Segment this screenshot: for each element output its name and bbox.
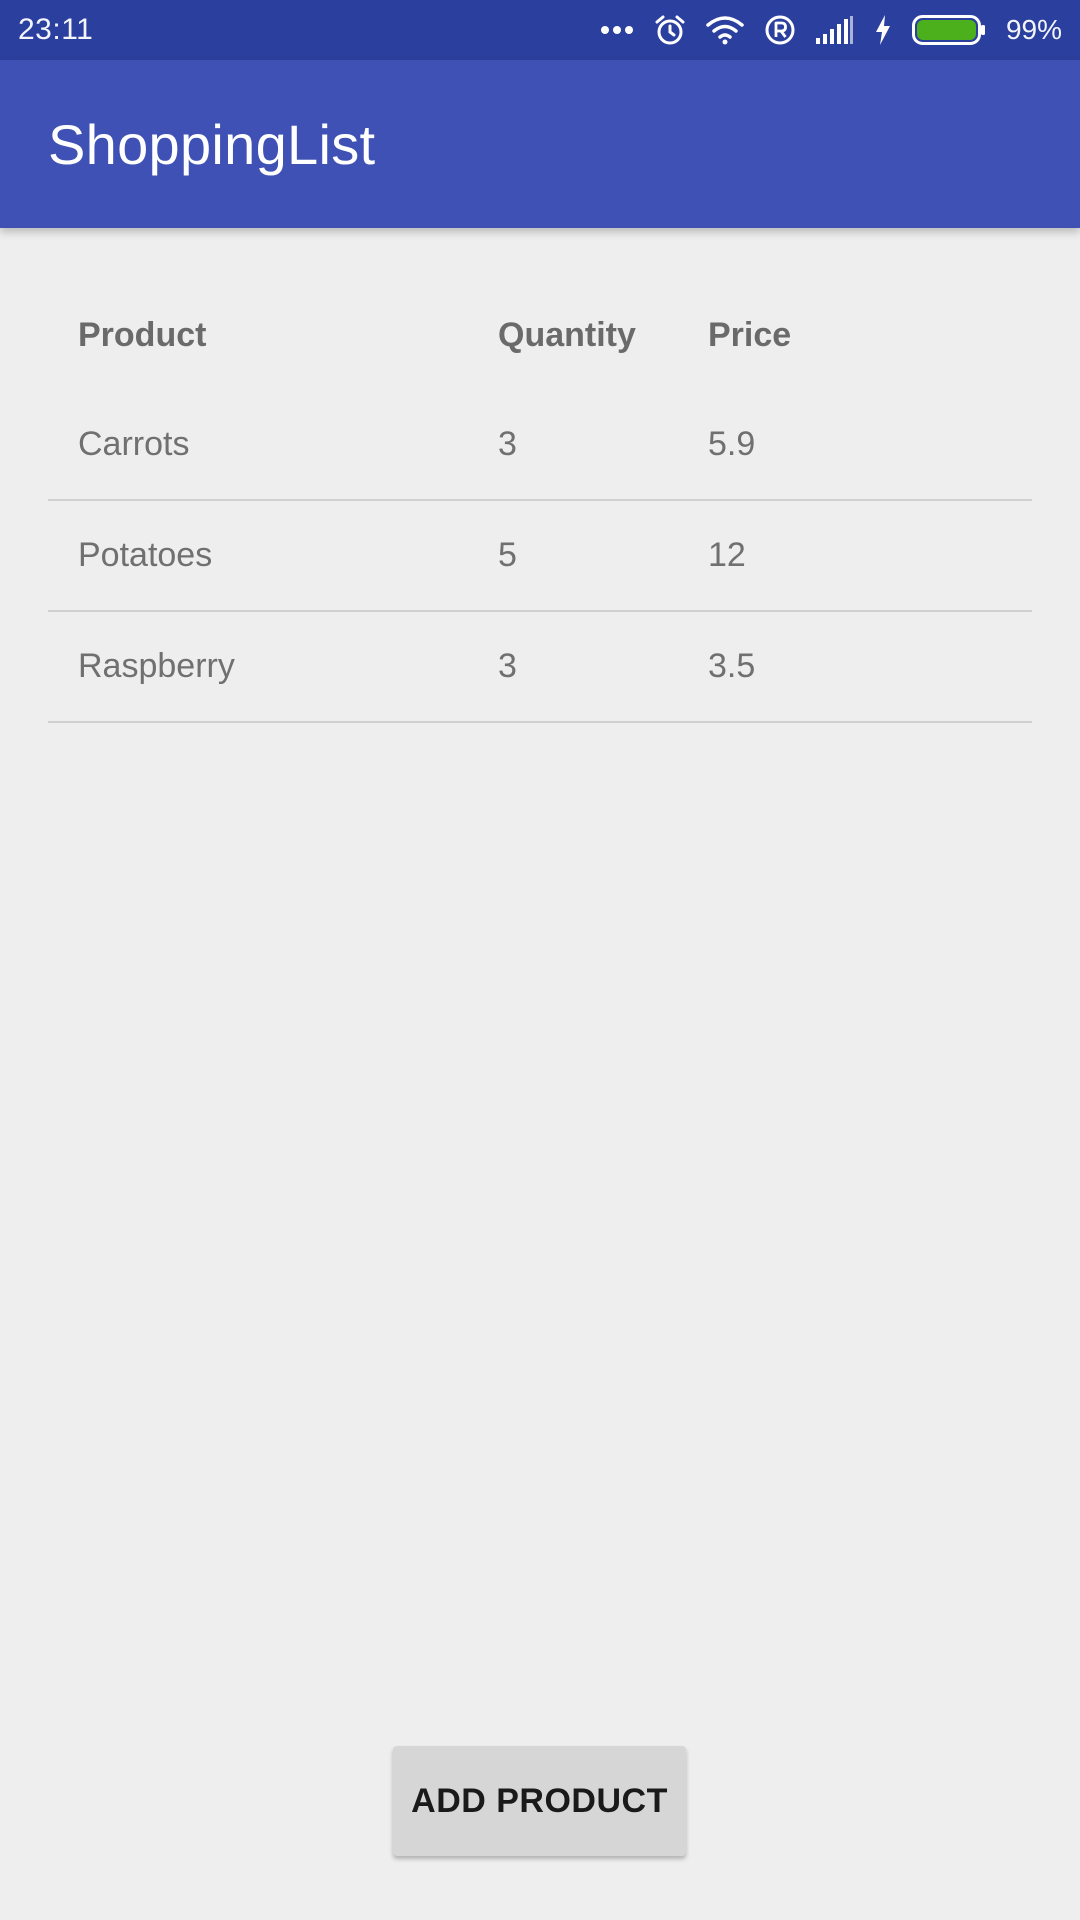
cell-quantity: 5 xyxy=(498,536,517,574)
status-time: 23:11 xyxy=(18,13,94,46)
cell-product: Raspberry xyxy=(78,647,235,685)
add-product-button[interactable]: ADD PRODUCT xyxy=(393,1746,686,1856)
charging-icon xyxy=(874,15,892,45)
status-icons: 99% xyxy=(600,0,1062,60)
cell-product: Carrots xyxy=(78,425,190,463)
status-bar: 23:11 99% xyxy=(0,0,1080,60)
header-quantity: Quantity xyxy=(498,315,636,354)
alarm-icon xyxy=(654,14,686,46)
table-row[interactable]: Potatoes 5 12 xyxy=(48,501,1032,612)
cell-price: 12 xyxy=(708,536,746,574)
app-bar: ShoppingList xyxy=(0,60,1080,228)
header-price: Price xyxy=(708,315,792,354)
registered-icon xyxy=(764,14,796,46)
wifi-icon xyxy=(706,15,744,45)
header-product: Product xyxy=(78,315,207,354)
battery-icon xyxy=(911,15,986,45)
cell-price: 5.9 xyxy=(708,425,756,463)
table-row[interactable]: Carrots 3 5.9 xyxy=(48,390,1032,501)
table-header-row: Product Quantity Price xyxy=(48,280,1032,390)
battery-percent: 99% xyxy=(1005,14,1062,45)
cell-price: 3.5 xyxy=(708,647,756,685)
signal-icon xyxy=(815,16,854,44)
cell-product: Potatoes xyxy=(78,536,213,574)
shopping-table: Product Quantity Price Carrots 3 5.9 Pot… xyxy=(48,280,1032,723)
cell-quantity: 3 xyxy=(498,425,517,463)
more-dots-icon xyxy=(600,25,634,35)
cell-quantity: 3 xyxy=(498,647,517,685)
app-title: ShoppingList xyxy=(48,112,376,176)
table-row[interactable]: Raspberry 3 3.5 xyxy=(48,612,1032,723)
